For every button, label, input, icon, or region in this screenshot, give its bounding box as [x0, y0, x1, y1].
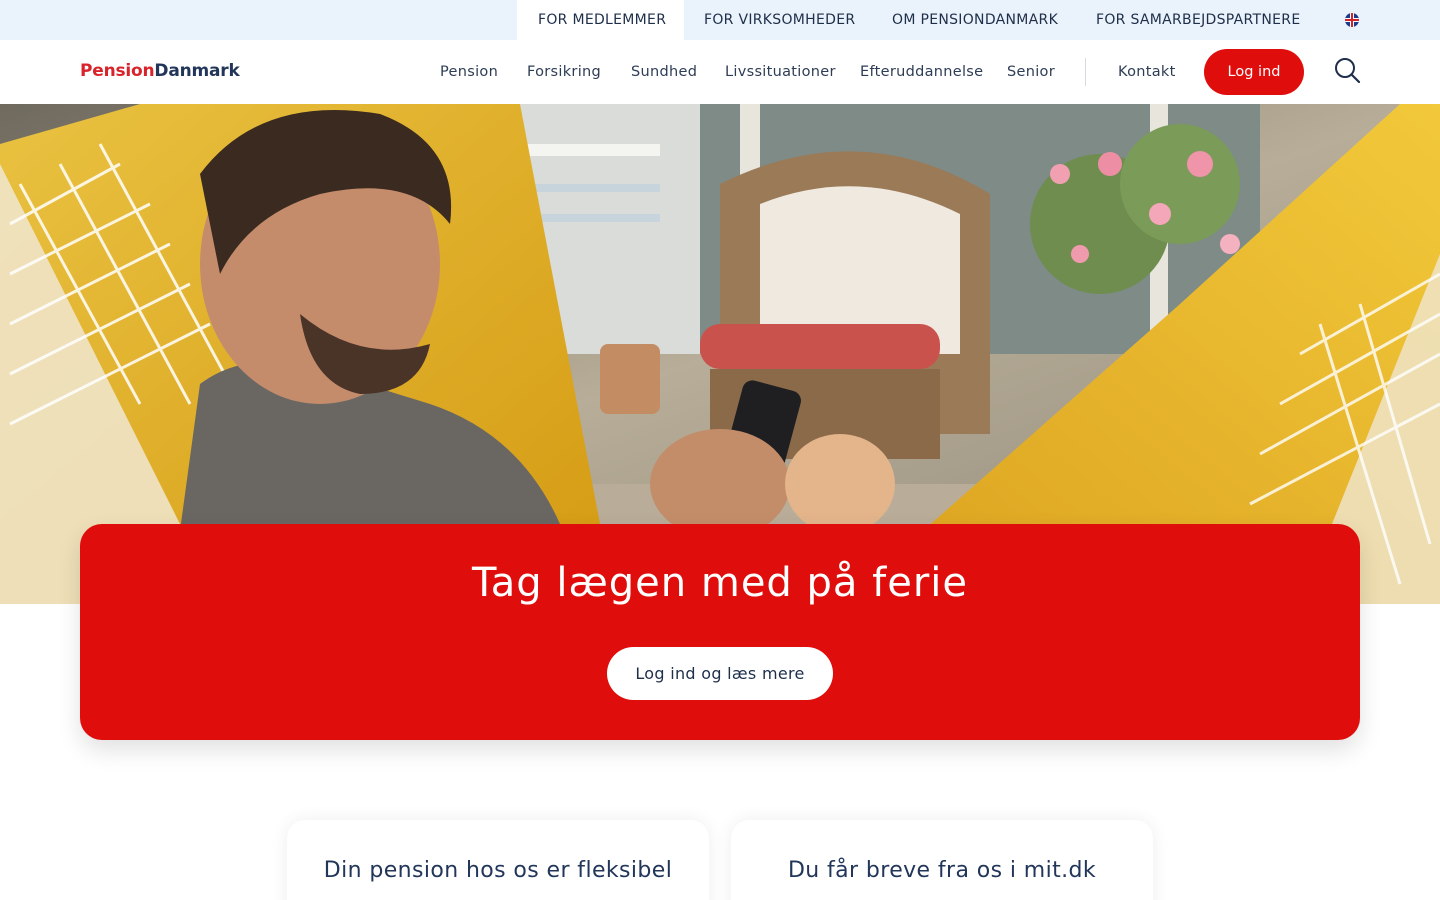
- topbar-link-about[interactable]: OM PENSIONDANMARK: [892, 0, 1058, 40]
- nav-item-livssituationer[interactable]: Livssituationer: [725, 40, 836, 104]
- nav-item-kontakt[interactable]: Kontakt: [1118, 40, 1176, 104]
- info-card-pension[interactable]: Din pension hos os er fleksibel: [287, 820, 709, 900]
- logo-part-danmark: Danmark: [154, 61, 240, 81]
- logo-part-pension: Pension: [80, 61, 155, 81]
- top-utility-bar: FOR MEDLEMMER FOR VIRKSOMHEDER OM PENSIO…: [0, 0, 1440, 40]
- promo-banner: Tag lægen med på ferie Log ind og læs me…: [80, 524, 1360, 740]
- nav-item-pension[interactable]: Pension: [440, 40, 498, 104]
- promo-title: Tag lægen med på ferie: [471, 560, 969, 606]
- nav-divider: [1085, 58, 1086, 86]
- login-read-more-button[interactable]: Log ind og læs mere: [607, 647, 833, 700]
- topbar-link-members[interactable]: FOR MEDLEMMER: [517, 0, 684, 40]
- info-card-mitdk[interactable]: Du får breve fra os i mit.dk: [731, 820, 1153, 900]
- topbar-link-companies[interactable]: FOR VIRKSOMHEDER: [704, 0, 855, 40]
- nav-item-efteruddannelse[interactable]: Efteruddannelse: [860, 40, 983, 104]
- search-icon[interactable]: [1332, 56, 1362, 86]
- main-header: PensionDanmark Pension Forsikring Sundhe…: [0, 40, 1440, 104]
- nav-item-forsikring[interactable]: Forsikring: [527, 40, 601, 104]
- pensiondanmark-logo[interactable]: PensionDanmark: [80, 61, 240, 81]
- uk-flag-icon[interactable]: [1345, 13, 1359, 27]
- nav-item-senior[interactable]: Senior: [1007, 40, 1055, 104]
- login-button[interactable]: Log ind: [1204, 49, 1304, 95]
- nav-item-sundhed[interactable]: Sundhed: [631, 40, 697, 104]
- info-card-title: Du får breve fra os i mit.dk: [787, 858, 1097, 883]
- topbar-link-partners[interactable]: FOR SAMARBEJDSPARTNERE: [1096, 0, 1300, 40]
- info-card-title: Din pension hos os er fleksibel: [323, 858, 673, 883]
